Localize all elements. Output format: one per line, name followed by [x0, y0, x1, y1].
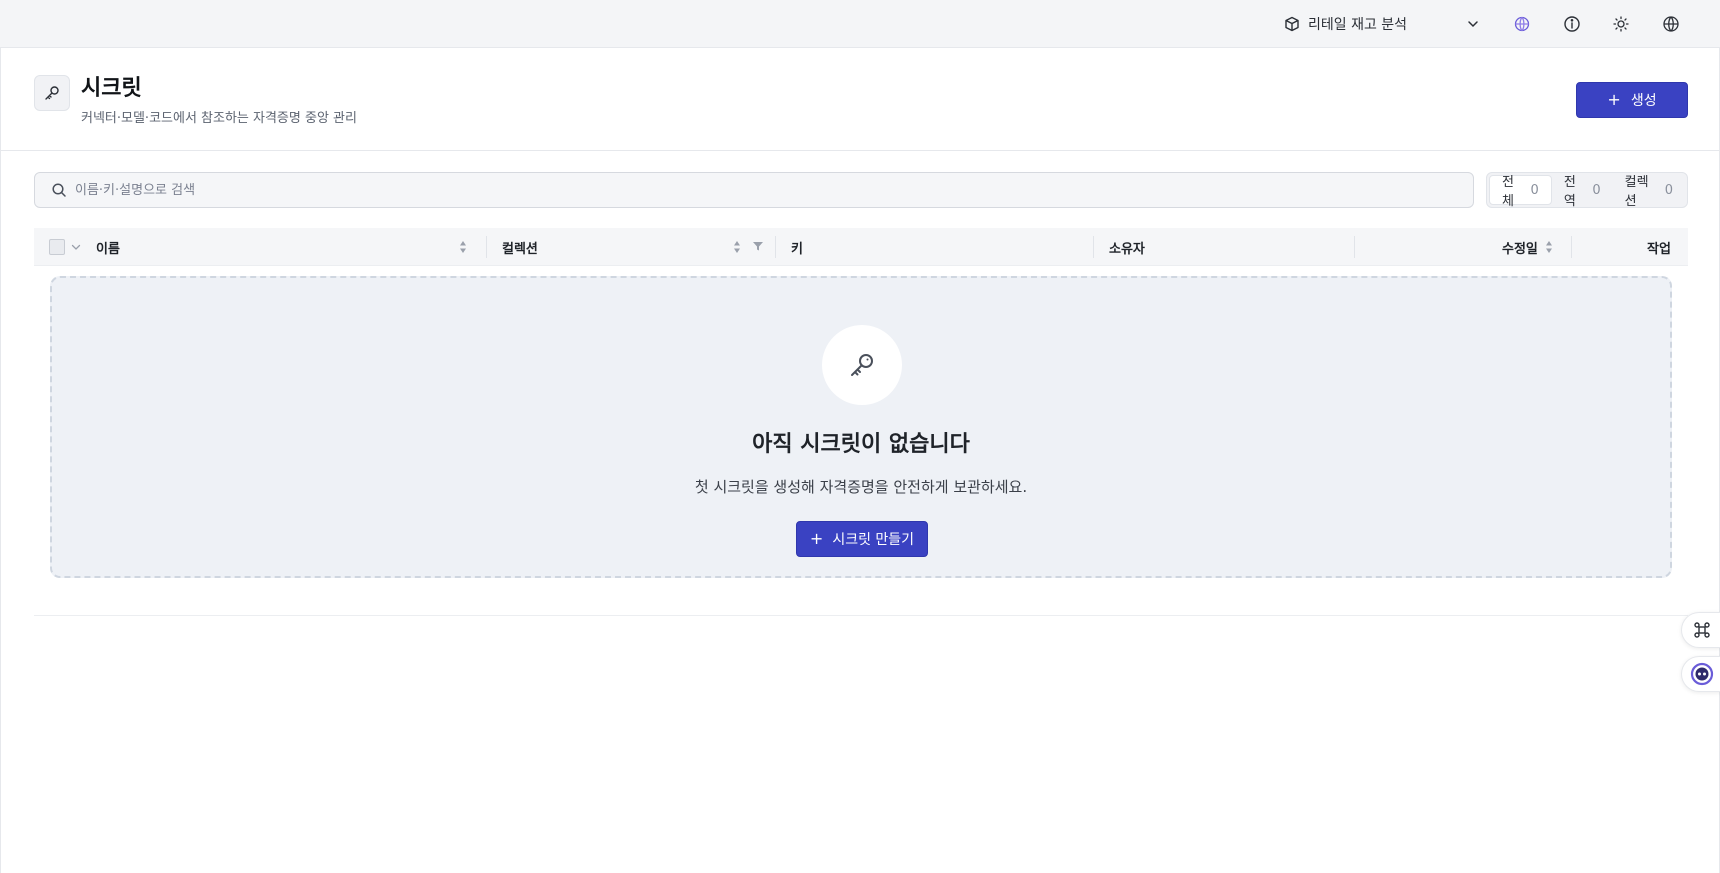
sort-icon[interactable] — [733, 240, 741, 254]
column-divider — [1354, 236, 1355, 258]
select-all-checkbox[interactable] — [49, 239, 65, 255]
chevron-down-icon[interactable] — [70, 241, 82, 253]
project-name: 리테일 재고 분석 — [1308, 17, 1408, 33]
column-actions-label: 작업 — [1647, 241, 1671, 257]
page-title: 시크릿 — [81, 76, 142, 101]
create-button-label: 생성 — [1630, 93, 1657, 109]
search-icon — [52, 183, 66, 197]
key-icon — [45, 86, 59, 100]
cube-icon — [1285, 16, 1299, 32]
segment-collection-count: 0 — [1664, 182, 1674, 198]
column-owner-label: 소유자 — [1109, 241, 1145, 257]
assistant-button[interactable] — [1681, 656, 1720, 692]
key-icon — [851, 354, 873, 376]
top-bar: 리테일 재고 분석 — [0, 0, 1720, 48]
empty-state-title: 아직 시크릿이 없습니다 — [752, 432, 970, 457]
column-key-label: 키 — [791, 241, 803, 257]
main-panel: 시크릿 커넥터·모델·코드에서 참조하는 자격증명 중앙 관리 + 생성 전체 … — [0, 48, 1720, 873]
chevron-down-icon — [1468, 21, 1478, 28]
plus-icon: + — [1607, 90, 1621, 109]
segment-all-count: 0 — [1530, 182, 1539, 198]
table-bottom-divider — [34, 615, 1688, 616]
segment-global[interactable]: 전역 0 — [1552, 175, 1613, 209]
project-selector[interactable]: 리테일 재고 분석 — [1284, 13, 1480, 35]
page-subtitle: 커넥터·모델·코드에서 참조하는 자격증명 중앙 관리 — [81, 111, 357, 126]
create-button[interactable]: + 생성 — [1576, 82, 1688, 118]
column-divider — [1571, 236, 1572, 258]
sort-icon[interactable] — [459, 240, 467, 254]
create-secret-button-label: 시크릿 만들기 — [832, 532, 915, 548]
assistant-icon — [1690, 662, 1713, 686]
scope-filter: 전체 0 전역 0 컬렉션 0 — [1486, 172, 1688, 209]
column-divider — [486, 236, 487, 258]
sun-icon[interactable] — [1611, 14, 1631, 34]
empty-state-icon-circle — [822, 325, 902, 405]
segment-collection[interactable]: 컬렉션 0 — [1613, 175, 1685, 209]
segment-all-label: 전체 — [1502, 175, 1514, 209]
column-collection-label: 컬렉션 — [502, 241, 538, 257]
column-divider — [775, 236, 776, 258]
column-header-actions: 작업 — [1647, 228, 1671, 266]
plus-icon: + — [809, 529, 824, 548]
sort-icon[interactable] — [1545, 240, 1553, 254]
empty-state-subtitle: 첫 시크릿을 생성해 자격증명을 안전하게 보관하세요. — [694, 478, 1028, 496]
language-icon[interactable] — [1661, 14, 1681, 34]
column-header-modified[interactable]: 수정일 — [1502, 228, 1538, 266]
info-icon[interactable] — [1562, 14, 1582, 34]
segment-global-count: 0 — [1592, 182, 1601, 198]
search-input[interactable] — [75, 182, 1455, 198]
ai-globe-icon[interactable] — [1512, 14, 1532, 34]
column-divider — [1093, 236, 1094, 258]
filter-icon[interactable] — [752, 240, 764, 252]
create-secret-button[interactable]: + 시크릿 만들기 — [796, 521, 928, 557]
page-header: 시크릿 커넥터·모델·코드에서 참조하는 자격증명 중앙 관리 + 생성 — [1, 48, 1719, 151]
page-icon — [34, 75, 70, 111]
column-modified-label: 수정일 — [1502, 241, 1538, 257]
column-header-key: 키 — [791, 228, 803, 266]
column-header-collection[interactable]: 컬렉션 — [502, 228, 538, 266]
search-box — [34, 172, 1474, 208]
column-header-name[interactable]: 이름 — [96, 228, 120, 266]
command-icon — [1693, 622, 1710, 638]
column-name-label: 이름 — [96, 241, 120, 257]
segment-all[interactable]: 전체 0 — [1489, 175, 1552, 209]
segment-global-label: 전역 — [1563, 175, 1576, 209]
column-header-owner: 소유자 — [1109, 228, 1145, 266]
table-header: 이름 컬렉션 키 소유자 수정일 작업 — [34, 228, 1688, 266]
segment-collection-label: 컬렉션 — [1624, 175, 1649, 209]
empty-state: 아직 시크릿이 없습니다 첫 시크릿을 생성해 자격증명을 안전하게 보관하세요… — [50, 276, 1672, 578]
shortcut-button[interactable] — [1681, 612, 1720, 648]
